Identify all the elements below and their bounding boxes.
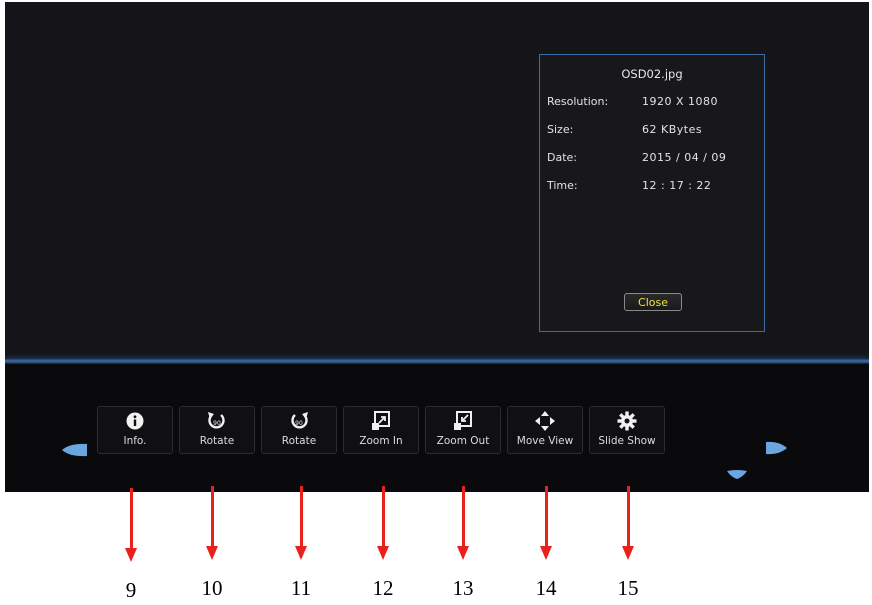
callout-number: 14 [535, 576, 557, 600]
svg-text:90: 90 [213, 420, 221, 427]
info-button[interactable]: Info. [97, 406, 173, 454]
image-viewer-area: OSD02.jpg Resolution: 1920 X 1080 Size: … [5, 2, 869, 358]
divider-line [5, 359, 869, 363]
zoom-in-icon [372, 411, 390, 430]
callout-number: 9 [125, 578, 137, 602]
down-arrow-icon[interactable] [726, 469, 748, 481]
date-label: Date: [547, 151, 577, 164]
zoom-in-label: Zoom In [359, 435, 403, 447]
zoom-out-button[interactable]: Zoom Out [425, 406, 501, 454]
toolbar: Info. 90 Rotate 90 Rotate Zoom In Zoom O… [5, 364, 869, 492]
zoom-out-icon [454, 411, 472, 430]
file-name: OSD02.jpg [621, 67, 683, 81]
close-button[interactable]: Close [624, 293, 682, 311]
rotate-ccw-button[interactable]: 90 Rotate [179, 406, 255, 454]
callout-number: 11 [290, 576, 312, 600]
rotate-ccw-label: Rotate [199, 435, 235, 447]
rotate-ccw-90-icon: 90 [208, 412, 225, 429]
callout-number: 13 [452, 576, 474, 600]
move-view-label: Move View [516, 435, 574, 447]
info-label: Info. [123, 435, 147, 447]
size-value: 62 KBytes [642, 123, 703, 136]
time-label: Time: [547, 179, 578, 192]
time-value: 12 : 17 : 22 [642, 179, 712, 192]
info-icon [126, 412, 144, 430]
zoom-in-button[interactable]: Zoom In [343, 406, 419, 454]
svg-text:90: 90 [295, 420, 303, 427]
tv-screen: OSD02.jpg Resolution: 1920 X 1080 Size: … [5, 2, 869, 492]
date-value: 2015 / 04 / 09 [642, 151, 727, 164]
rotate-cw-90-icon: 90 [291, 412, 308, 429]
move-view-icon [535, 411, 555, 431]
info-panel: OSD02.jpg Resolution: 1920 X 1080 Size: … [539, 54, 765, 332]
resolution-value: 1920 X 1080 [642, 95, 719, 108]
callout-number: 15 [617, 576, 639, 600]
callout-number: 10 [201, 576, 223, 600]
resolution-label: Resolution: [547, 95, 609, 108]
slide-show-label: Slide Show [598, 435, 656, 447]
rotate-cw-label: Rotate [281, 435, 317, 447]
slide-show-button[interactable]: Slide Show [589, 406, 665, 454]
rotate-cw-button[interactable]: 90 Rotate [261, 406, 337, 454]
right-arrow-icon[interactable] [765, 440, 789, 456]
move-view-button[interactable]: Move View [507, 406, 583, 454]
callout-number: 12 [372, 576, 394, 600]
size-label: Size: [547, 123, 574, 136]
gear-icon [617, 411, 637, 431]
zoom-out-label: Zoom Out [436, 435, 490, 447]
left-arrow-icon[interactable] [60, 442, 88, 458]
